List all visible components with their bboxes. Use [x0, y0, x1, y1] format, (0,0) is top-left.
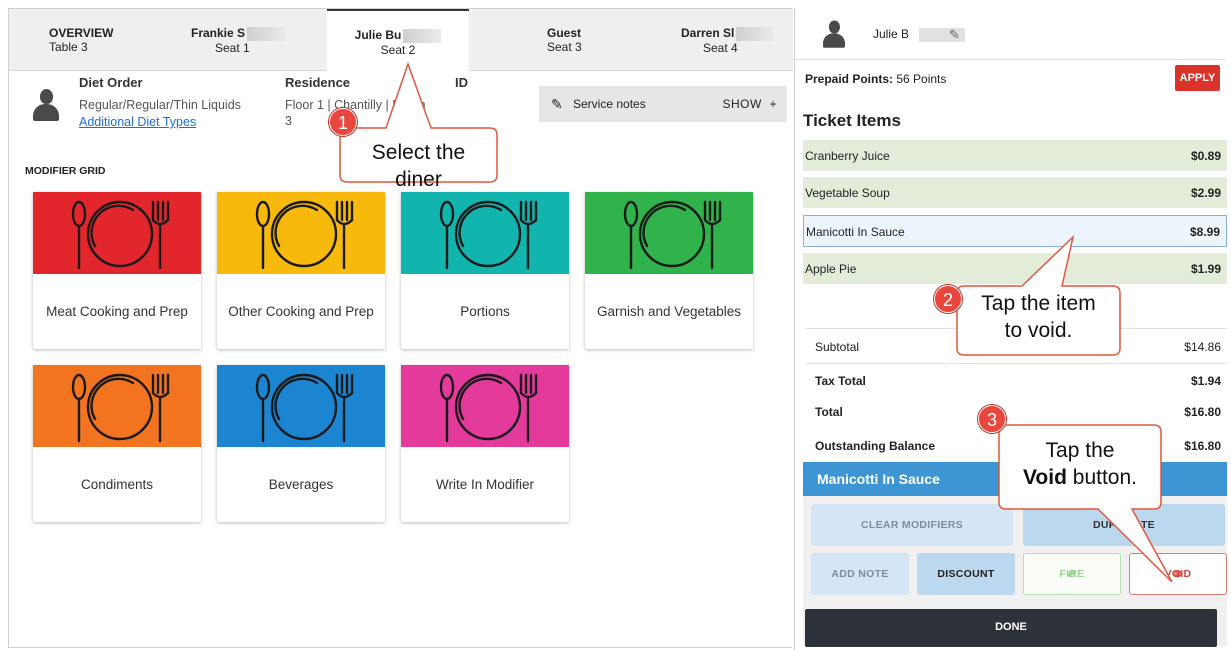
tab-seat-3-sub: Seat 3: [547, 40, 582, 54]
callout-1-text: Select the diner: [371, 141, 466, 191]
modifier-tile-label: Condiments: [80, 477, 154, 492]
modifier-tile[interactable]: Write In Modifier: [401, 365, 569, 522]
plate-utensils-icon: [33, 365, 201, 447]
modifier-tile-label: Meat Cooking and Prep: [46, 304, 188, 319]
ticket-item-name: Vegetable Soup: [805, 186, 890, 200]
edit-icon[interactable]: ✎: [949, 27, 960, 43]
plate-utensils-icon: [217, 365, 385, 447]
apply-button[interactable]: APPLY: [1175, 65, 1220, 91]
residence-value-line2: 3: [285, 114, 292, 128]
tax-total-row: Tax Total $1.94: [815, 374, 1221, 388]
ticket-item-price: $8.99: [1189, 225, 1220, 239]
tab-overview[interactable]: OVERVIEW Table 3: [49, 9, 113, 71]
redaction-block: [247, 26, 286, 41]
ticket-diner-header: Julie B ✎: [795, 8, 1225, 60]
tab-seat-4-name: Darren Sl: [681, 26, 781, 41]
plate-utensils-icon: [33, 192, 201, 274]
fire-button[interactable]: 🔥︎ FIRE: [1023, 553, 1121, 595]
modifier-tile-label: Beverages: [268, 477, 334, 492]
void-button[interactable]: ⊗ VOID: [1129, 553, 1227, 595]
redaction-block: [736, 26, 775, 41]
residence-value: Floor 1 | Chantilly | Room: [285, 98, 426, 112]
modifier-grid-title: MODIFIER GRID: [25, 165, 106, 177]
residence-label: Residence: [285, 75, 351, 90]
diner-avatar-icon: [822, 20, 846, 50]
tab-seat-1-name: Frankie S: [191, 26, 321, 41]
plate-utensils-icon: [585, 192, 753, 274]
diet-order-value: Regular/Regular/Thin Liquids: [79, 98, 241, 112]
ticket-item-price: $2.99: [1190, 186, 1221, 200]
ticket-item-name: Manicotti In Sauce: [806, 225, 905, 239]
modifier-tile-label: Portions: [460, 304, 510, 319]
tab-seat-1-sub: Seat 1: [215, 40, 250, 55]
seat-tab-bar: OVERVIEW Table 3 Frankie S Seat 1 Julie …: [9, 9, 793, 72]
ticket-item[interactable]: Vegetable Soup $2.99: [803, 176, 1227, 208]
tab-seat-1[interactable]: Frankie S Seat 1: [191, 9, 321, 71]
additional-diet-types-link[interactable]: Additional Diet Types: [79, 115, 196, 129]
ticket-item[interactable]: Apple Pie $1.99: [803, 252, 1227, 284]
callout-3-badge: 3: [978, 405, 1006, 433]
tab-seat-2-name: Julie Bu: [327, 28, 469, 43]
clear-modifiers-button[interactable]: CLEAR MODIFIERS: [811, 504, 1013, 546]
callout-1-badge: 1: [329, 108, 357, 136]
divider: [805, 363, 1227, 364]
done-button[interactable]: DONE: [805, 609, 1217, 647]
ticket-item-selected[interactable]: Manicotti In Sauce $8.99: [803, 215, 1227, 247]
modifier-tile-label: Garnish and Vegetables: [596, 304, 742, 319]
plate-utensils-icon: [401, 192, 569, 274]
pencil-icon: ✎: [551, 96, 563, 112]
discount-button[interactable]: DISCOUNT: [917, 553, 1015, 595]
callout-2-text: Tap the item to void.: [981, 292, 1096, 342]
modifier-tile[interactable]: Meat Cooking and Prep: [33, 192, 201, 349]
diet-order-label: Diet Order: [79, 75, 143, 90]
tab-seat-4-sub: Seat 4: [703, 40, 738, 55]
tab-seat-2-sub: Seat 2: [380, 42, 416, 57]
diner-avatar-icon: [33, 89, 59, 123]
service-notes-toggle[interactable]: ✎ Service notes SHOW +: [539, 86, 787, 122]
service-notes-show: SHOW +: [722, 97, 777, 111]
ticket-item-price: $0.89: [1190, 149, 1221, 163]
plus-icon: +: [769, 97, 777, 111]
duplicate-button[interactable]: DUPLICATE: [1023, 504, 1225, 546]
plate-utensils-icon: [401, 365, 569, 447]
modifier-tile[interactable]: Beverages: [217, 365, 385, 522]
service-notes-label: Service notes: [573, 97, 646, 111]
modifier-tile[interactable]: Garnish and Vegetables: [585, 192, 753, 349]
add-note-button[interactable]: ADD NOTE: [811, 553, 909, 595]
tab-seat-4[interactable]: Darren Sl Seat 4: [681, 9, 781, 71]
redaction-block: [403, 28, 442, 43]
total-row: Total $16.80: [815, 405, 1221, 419]
tab-overview-title: OVERVIEW: [49, 26, 114, 40]
prepaid-points: Prepaid Points: 56 Points: [805, 72, 947, 86]
ticket-item[interactable]: Cranberry Juice $0.89: [803, 139, 1227, 171]
modifier-tile[interactable]: Portions: [401, 192, 569, 349]
id-label: ID: [455, 75, 468, 90]
callout-3-text: Tap the Void button.: [1022, 439, 1137, 489]
ticket-item-price: $1.99: [1190, 262, 1221, 276]
modifier-tile[interactable]: Condiments: [33, 365, 201, 522]
ticket-items-title: Ticket Items: [803, 111, 901, 130]
order-panel: OVERVIEW Table 3 Frankie S Seat 1 Julie …: [8, 8, 793, 648]
ticket-item-name: Apple Pie: [805, 262, 857, 276]
tab-overview-sub: Table 3: [49, 40, 88, 54]
ticket-item-name: Cranberry Juice: [805, 149, 890, 163]
modifier-tile[interactable]: Other Cooking and Prep: [217, 192, 385, 349]
tab-seat-3[interactable]: Guest Seat 3: [547, 9, 582, 71]
tab-seat-2[interactable]: Julie Bu Seat 2: [327, 9, 469, 72]
modifier-tile-label: Other Cooking and Prep: [228, 304, 374, 319]
tab-seat-3-name: Guest: [547, 26, 582, 40]
modifier-tile-label: Write In Modifier: [435, 477, 535, 492]
plate-utensils-icon: [217, 192, 385, 274]
